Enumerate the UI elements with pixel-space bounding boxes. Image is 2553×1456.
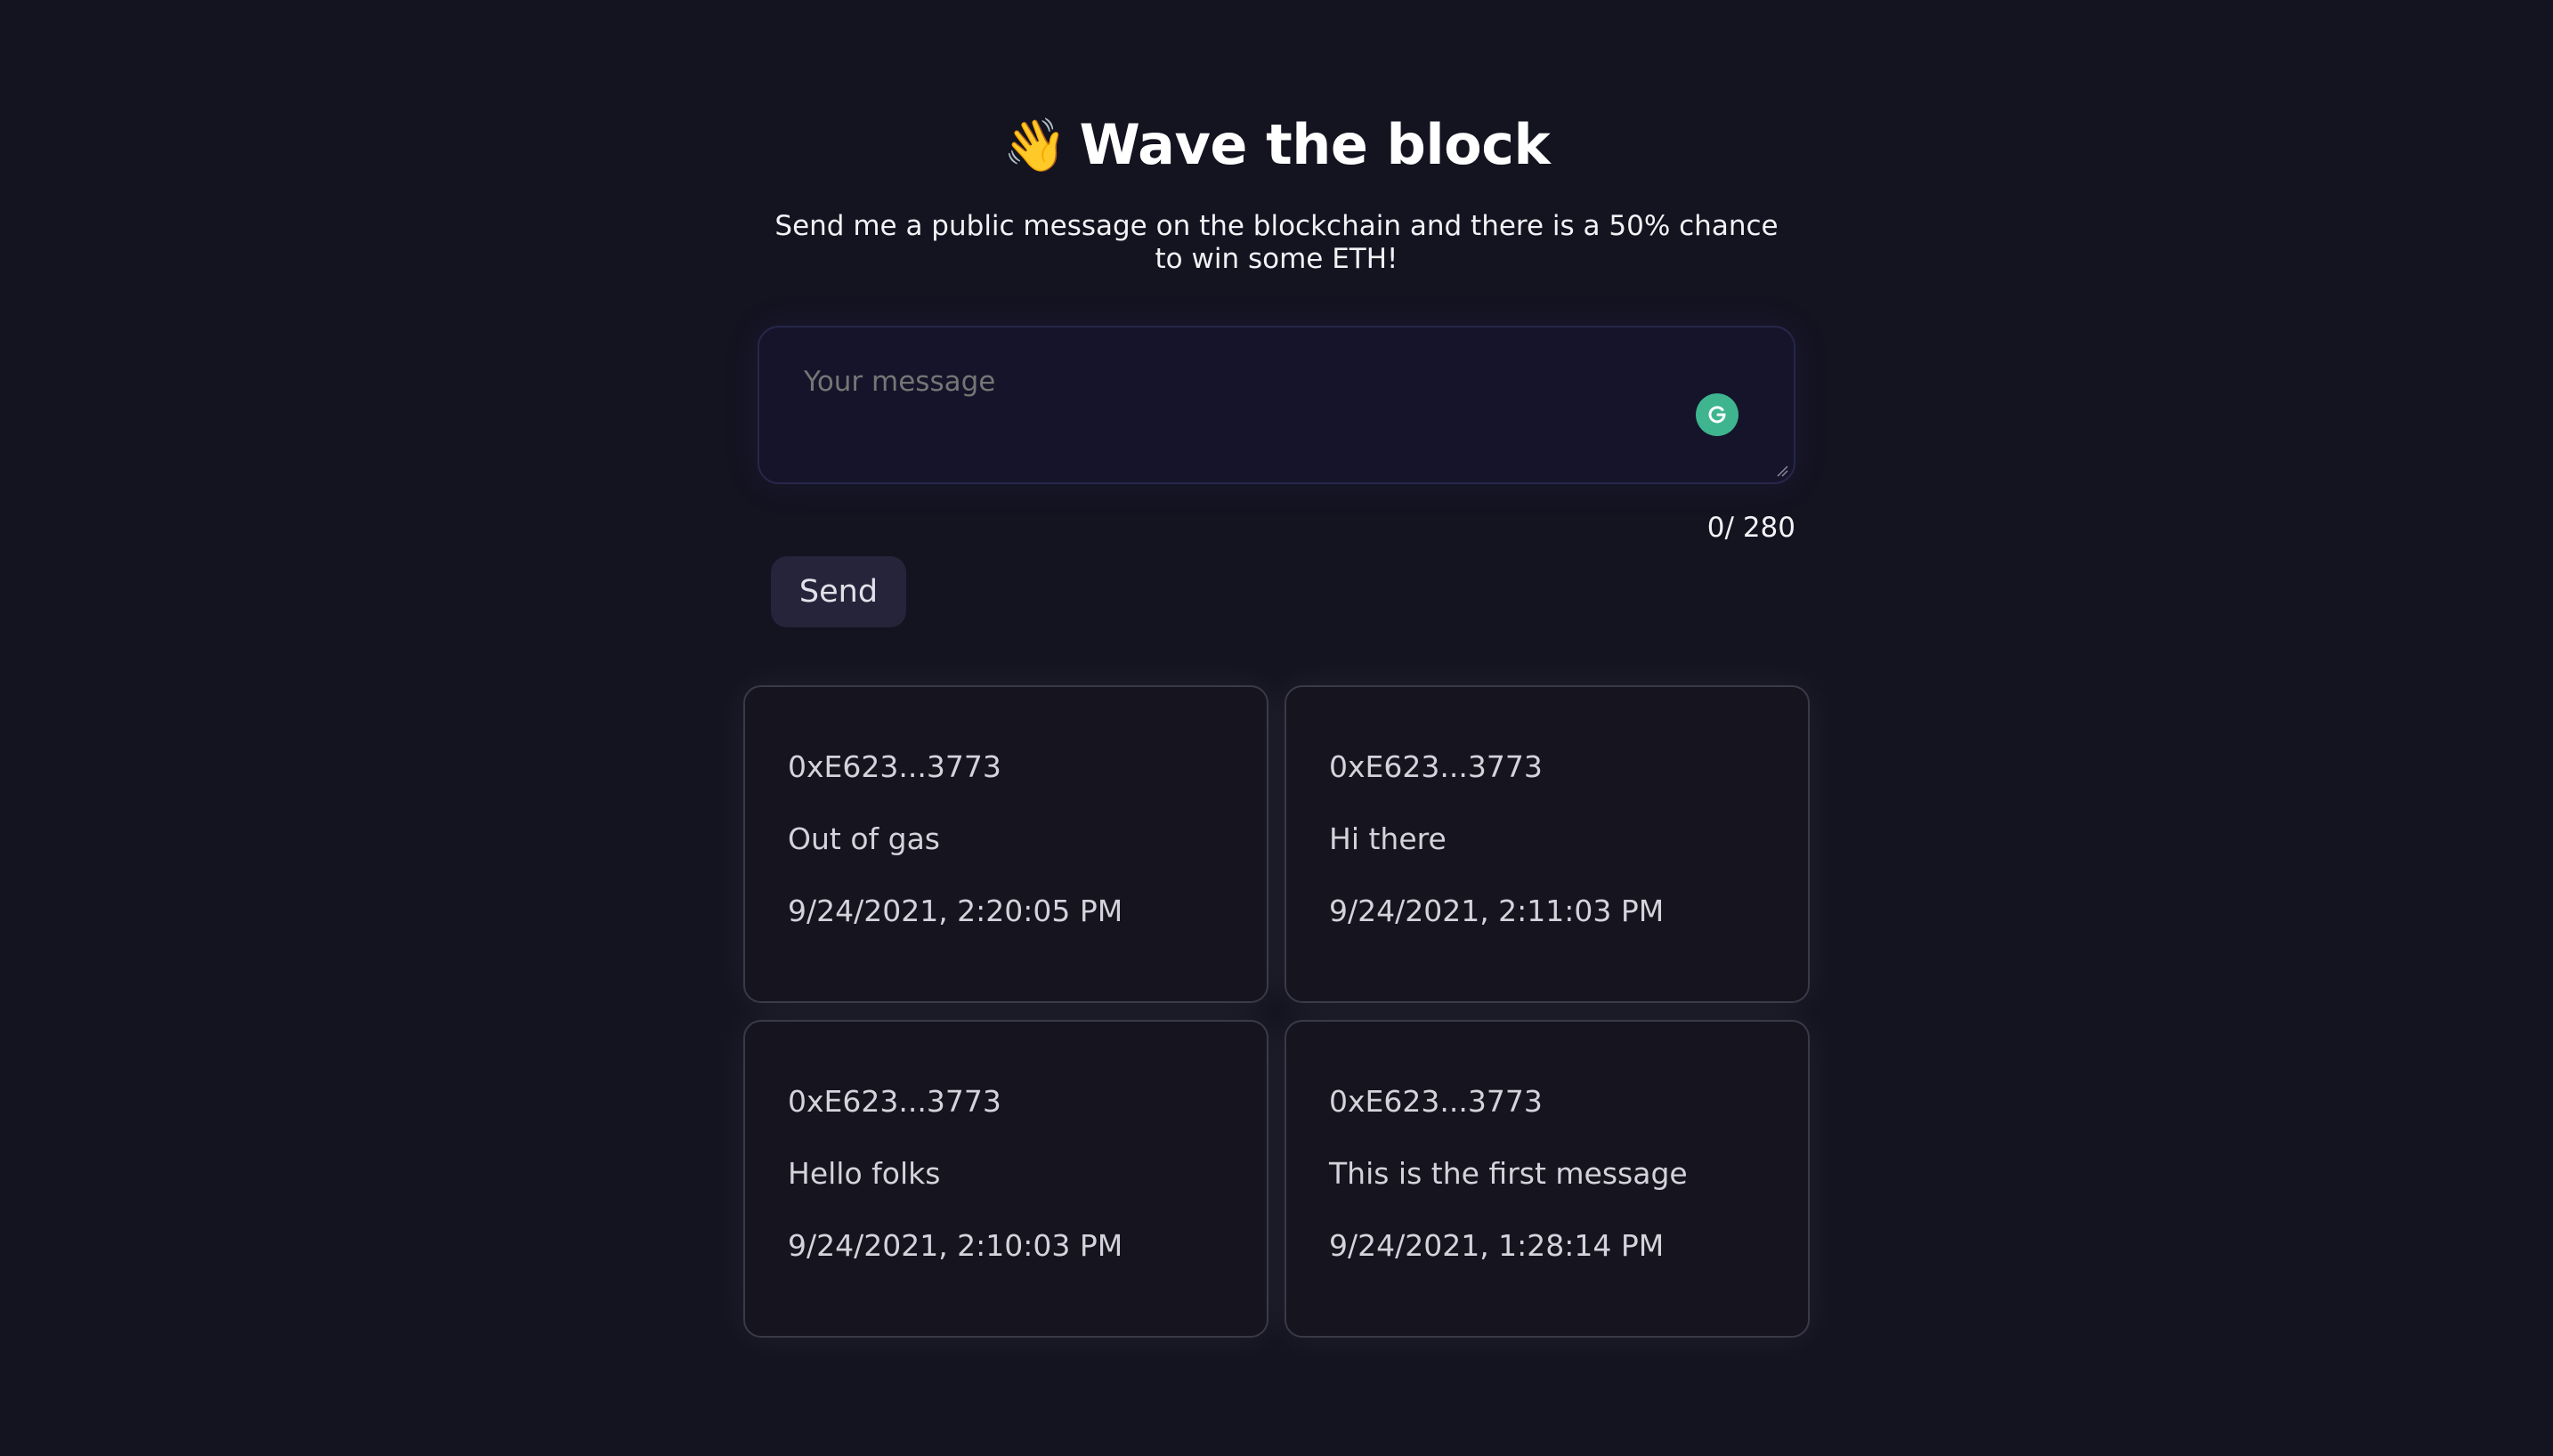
message-input[interactable] (802, 365, 1696, 399)
message-text: This is the first message (1329, 1156, 1688, 1191)
message-address: 0xE623...3773 (1329, 749, 1543, 784)
page-title-text: Wave the block (1079, 112, 1551, 177)
message-card: 0xE623...3773 Hi there 9/24/2021, 2:11:0… (1285, 685, 1810, 1003)
page: 👋 Wave the block Send me a public messag… (0, 0, 2553, 1456)
message-grid: 0xE623...3773 Out of gas 9/24/2021, 2:20… (743, 685, 1810, 1338)
page-subtitle: Send me a public message on the blockcha… (774, 210, 1779, 275)
message-timestamp: 9/24/2021, 2:11:03 PM (1329, 894, 1665, 928)
page-title: 👋 Wave the block (1002, 105, 1551, 185)
message-timestamp: 9/24/2021, 2:10:03 PM (788, 1228, 1123, 1263)
grammarly-icon[interactable] (1696, 393, 1738, 436)
message-text: Out of gas (788, 821, 940, 856)
character-counter: 0/ 280 (1706, 512, 1795, 544)
send-button[interactable]: Send (771, 556, 906, 627)
resize-handle-icon[interactable] (1776, 465, 1788, 477)
message-text: Hi there (1329, 821, 1447, 856)
message-card: 0xE623...3773 Hello folks 9/24/2021, 2:1… (743, 1020, 1268, 1338)
waving-hand-icon: 👋 (1002, 115, 1067, 175)
message-card: 0xE623...3773 This is the first message … (1285, 1020, 1810, 1338)
message-address: 0xE623...3773 (788, 1084, 1001, 1119)
message-address: 0xE623...3773 (788, 749, 1001, 784)
header: 👋 Wave the block (0, 105, 2553, 185)
message-timestamp: 9/24/2021, 2:20:05 PM (788, 894, 1123, 928)
message-address: 0xE623...3773 (1329, 1084, 1543, 1119)
message-text: Hello folks (788, 1156, 941, 1191)
message-card: 0xE623...3773 Out of gas 9/24/2021, 2:20… (743, 685, 1268, 1003)
message-timestamp: 9/24/2021, 1:28:14 PM (1329, 1228, 1665, 1263)
message-textarea[interactable] (758, 326, 1795, 484)
